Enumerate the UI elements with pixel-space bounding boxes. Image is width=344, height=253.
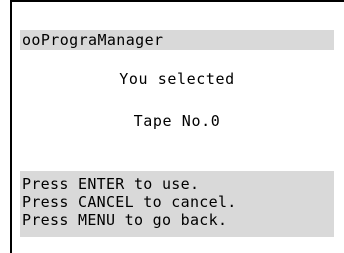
enter-instruction: Press ENTER to use.	[22, 175, 200, 193]
screen-frame-left	[10, 0, 12, 253]
menu-instruction: Press MENU to go back.	[22, 211, 228, 229]
selected-tape-label: Tape No.0	[133, 112, 221, 130]
app-title: ooPrograManager	[22, 31, 164, 49]
selection-message: You selected	[119, 70, 235, 88]
screen-frame-top	[10, 0, 344, 2]
cancel-instruction: Press CANCEL to cancel.	[22, 193, 237, 211]
